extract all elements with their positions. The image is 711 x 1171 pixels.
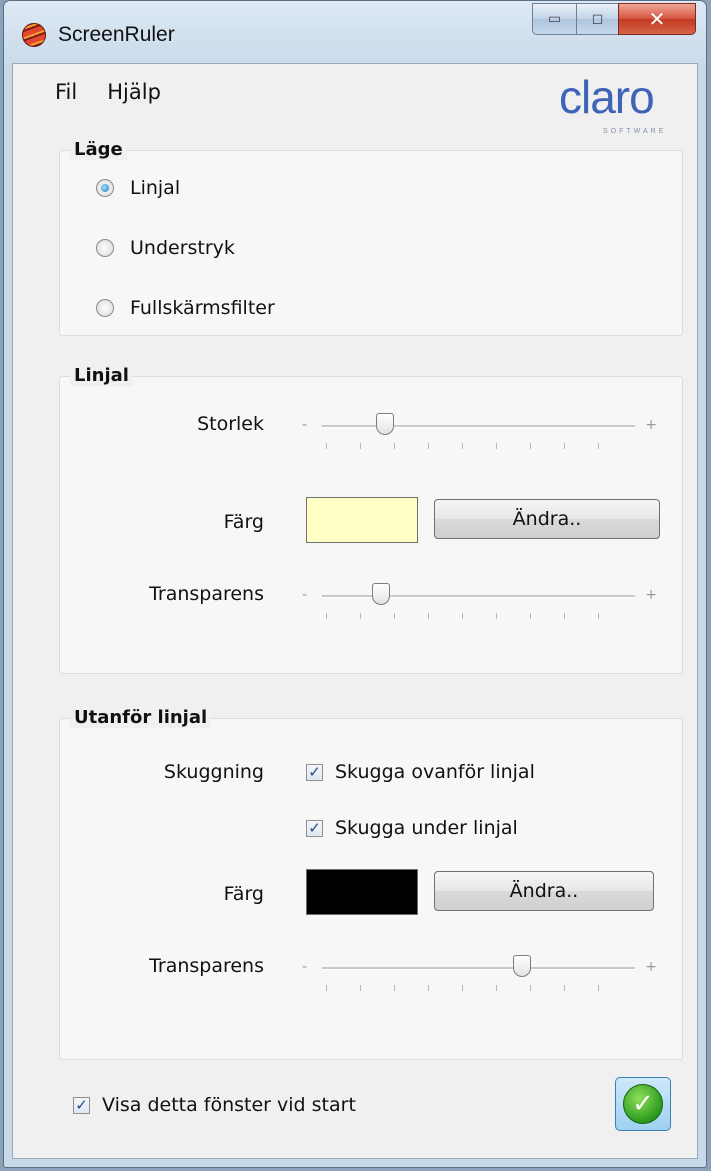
slider-plus-icon: + <box>645 959 657 975</box>
outside-color-label: Färg <box>223 883 264 905</box>
title-bar[interactable]: ScreenRuler ▭ ◻ ✕ <box>4 1 706 61</box>
shade-above-label: Skugga ovanför linjal <box>335 761 535 783</box>
maximize-button[interactable]: ◻ <box>576 3 618 35</box>
show-on-start-check-icon[interactable]: ✓ <box>73 1096 90 1114</box>
menu-help[interactable]: Hjälp <box>107 80 161 104</box>
outside-transparency-label: Transparens <box>149 955 264 977</box>
slider-minus-icon: - <box>302 587 308 603</box>
shade-below-check-icon[interactable]: ✓ <box>306 819 323 837</box>
radio-ruler[interactable]: Linjal <box>96 177 180 199</box>
outside-change-color-button[interactable]: Ändra.. <box>434 871 654 911</box>
slider-ticks <box>326 443 631 449</box>
check-icon: ✓ <box>623 1084 663 1124</box>
slider-thumb[interactable] <box>513 955 532 977</box>
shading-label: Skuggning <box>163 761 264 783</box>
app-window: ScreenRuler ▭ ◻ ✕ Fil Hjälp claro SOFTWA… <box>3 0 707 1168</box>
window-title: ScreenRuler <box>58 23 175 46</box>
size-slider[interactable]: - + <box>302 411 657 461</box>
close-button[interactable]: ✕ <box>618 3 696 35</box>
radio-underline-button[interactable] <box>96 239 114 257</box>
radio-fullscreen[interactable]: Fullskärmsfilter <box>96 297 275 319</box>
caption-buttons: ▭ ◻ ✕ <box>532 3 696 35</box>
ruler-transparency-slider[interactable]: - + <box>302 581 657 631</box>
logo-word: claro <box>559 71 655 123</box>
radio-underline-label: Understryk <box>130 237 235 259</box>
outside-transparency-slider[interactable]: - + <box>302 953 657 1003</box>
radio-fullscreen-label: Fullskärmsfilter <box>130 297 275 319</box>
show-on-start-label: Visa detta fönster vid start <box>102 1094 356 1116</box>
logo-subtitle: SOFTWARE <box>603 128 667 135</box>
shade-below-checkbox[interactable]: ✓ Skugga under linjal <box>306 817 518 839</box>
ruler-group-title: Linjal <box>70 365 133 386</box>
outside-group-title: Utanför linjal <box>70 707 212 728</box>
slider-minus-icon: - <box>302 959 308 975</box>
slider-track <box>322 425 635 428</box>
outside-ruler-group: Utanför linjal Skuggning ✓ Skugga ovanfö… <box>59 707 683 1060</box>
radio-underline[interactable]: Understryk <box>96 237 235 259</box>
ok-button[interactable]: ✓ <box>615 1077 671 1131</box>
slider-ticks <box>326 985 631 991</box>
ruler-transparency-label: Transparens <box>149 583 264 605</box>
slider-ticks <box>326 613 631 619</box>
claro-logo: claro SOFTWARE <box>559 74 679 144</box>
slider-thumb[interactable] <box>372 583 391 605</box>
slider-plus-icon: + <box>645 417 657 433</box>
slider-track <box>322 595 635 598</box>
radio-fullscreen-button[interactable] <box>96 299 114 317</box>
ruler-color-swatch <box>306 497 418 543</box>
screenruler-app-icon <box>22 23 46 47</box>
menu-bar: Fil Hjälp <box>55 80 161 104</box>
size-label: Storlek <box>197 413 264 435</box>
slider-thumb[interactable] <box>375 413 394 435</box>
ruler-group: Linjal Storlek - + Färg Ändra.. Transpar… <box>59 365 683 674</box>
radio-ruler-button[interactable] <box>96 179 114 197</box>
mode-group-title: Läge <box>70 139 127 160</box>
radio-ruler-label: Linjal <box>130 177 181 199</box>
show-on-start-checkbox[interactable]: ✓ Visa detta fönster vid start <box>73 1094 356 1116</box>
slider-minus-icon: - <box>302 417 308 433</box>
slider-track <box>322 967 635 970</box>
slider-plus-icon: + <box>645 587 657 603</box>
outside-color-swatch <box>306 869 418 915</box>
shade-above-checkbox[interactable]: ✓ Skugga ovanför linjal <box>306 761 535 783</box>
shade-below-label: Skugga under linjal <box>335 817 518 839</box>
client-area: Fil Hjälp claro SOFTWARE Läge Linjal Und… <box>12 63 698 1159</box>
mode-group: Läge Linjal Understryk Fullskärmsfilter <box>59 139 683 336</box>
ruler-color-label: Färg <box>223 511 264 533</box>
shade-above-check-icon[interactable]: ✓ <box>306 763 323 781</box>
menu-file[interactable]: Fil <box>55 80 77 104</box>
ruler-change-color-button[interactable]: Ändra.. <box>434 499 660 539</box>
minimize-button[interactable]: ▭ <box>532 3 576 35</box>
